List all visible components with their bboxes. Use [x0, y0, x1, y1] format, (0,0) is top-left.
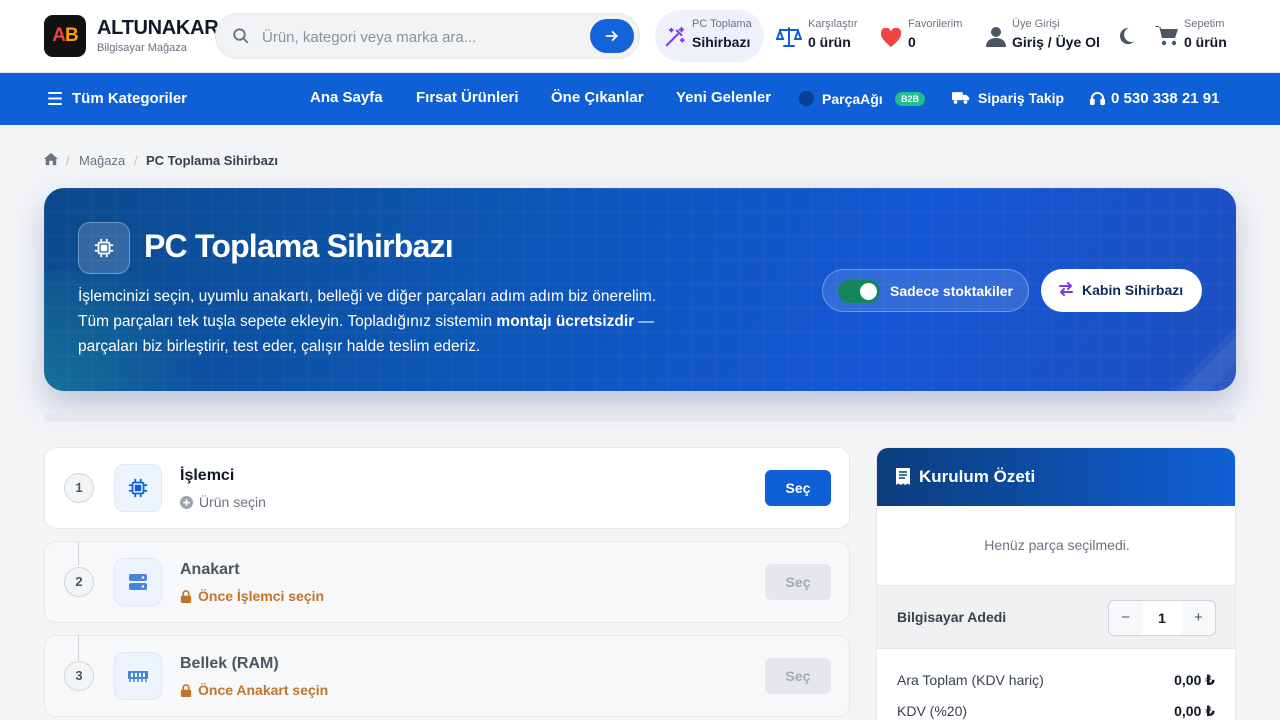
- search-input[interactable]: [262, 24, 582, 50]
- search-bar: [215, 13, 640, 59]
- user-icon: [986, 27, 1006, 47]
- cpu-icon: [78, 222, 130, 274]
- swap-arrows-icon: [1059, 282, 1073, 296]
- brand-name: ALTUNAKAR: [97, 17, 219, 39]
- heart-icon: [880, 28, 902, 48]
- network-icon: [798, 90, 815, 107]
- quantity-decrease-button[interactable]: −: [1109, 601, 1142, 635]
- step-number: 2: [64, 567, 94, 597]
- top-header: AB ALTUNAKAR Bilgisayar Mağaza PC Toplam…: [0, 0, 1280, 73]
- quantity-label: Bilgisayar Adedi: [897, 609, 1007, 625]
- lock-icon: [180, 683, 192, 697]
- pc-wizard-link[interactable]: PC Toplama Sihirbazı: [655, 10, 764, 62]
- login-link[interactable]: Üye Girişi Giriş / Üye Ol: [1012, 18, 1100, 50]
- step-title: Bellek (RAM): [180, 655, 279, 672]
- lock-icon: [180, 589, 192, 603]
- step-title: İşlemci: [180, 467, 235, 484]
- headset-icon: [1090, 92, 1105, 106]
- hero-banner: PC Toplama Sihirbazı İşlemcinizi seçin, …: [44, 188, 1236, 391]
- summary-title: Kurulum Özeti: [919, 467, 1036, 486]
- cabinet-wizard-button[interactable]: Kabin Sihirbazı: [1041, 269, 1202, 312]
- in-stock-label: Sadece stoktakiler: [890, 283, 1013, 299]
- magic-wand-icon: [665, 26, 685, 47]
- subtotal-row: Ara Toplam (KDV hariç) 0,00 ₺: [897, 672, 1215, 688]
- nav-order-tracking[interactable]: Sipariş Takip: [952, 90, 1064, 106]
- step-title: Anakart: [180, 561, 240, 578]
- plus-circle-icon: [180, 495, 193, 509]
- nav-phone[interactable]: 0 530 338 21 91: [1090, 90, 1219, 107]
- nav-new-arrivals[interactable]: Yeni Gelenler: [676, 89, 771, 106]
- step-ram: 3 Bellek (RAM) Önce Anakart seçin Seç: [44, 635, 850, 717]
- menu-icon: [48, 92, 62, 105]
- in-stock-toggle[interactable]: [838, 280, 880, 303]
- nav-home[interactable]: Ana Sayfa: [310, 89, 383, 106]
- quantity-increase-button[interactable]: +: [1182, 601, 1215, 635]
- brand-logo[interactable]: AB: [44, 15, 86, 57]
- b2b-badge: B2B: [895, 92, 925, 106]
- memory-icon: [114, 652, 162, 700]
- breadcrumb-separator: /: [66, 153, 70, 168]
- in-stock-filter[interactable]: Sadece stoktakiler: [822, 269, 1029, 312]
- hero-description: İşlemcinizi seçin, uyumlu anakartı, bell…: [78, 288, 657, 355]
- server-icon: [114, 558, 162, 606]
- nav-featured[interactable]: Öne Çıkanlar: [551, 89, 644, 106]
- breadcrumb-shop[interactable]: Mağaza: [79, 153, 125, 168]
- favorites-link[interactable]: Favorilerim 0: [908, 18, 962, 50]
- quantity-input[interactable]: 1: [1142, 601, 1182, 635]
- breadcrumb-current: PC Toplama Sihirbazı: [146, 153, 278, 168]
- quantity-row: Bilgisayar Adedi − 1 +: [877, 585, 1235, 649]
- search-submit-button[interactable]: [590, 19, 634, 53]
- select-motherboard-button[interactable]: Seç: [765, 564, 831, 600]
- arrow-right-icon: [605, 31, 618, 41]
- search-icon: [233, 28, 249, 44]
- brand-text[interactable]: ALTUNAKAR Bilgisayar Mağaza: [97, 17, 219, 54]
- nav-parcaagi[interactable]: ParçaAğı: [798, 90, 883, 107]
- truck-icon: [952, 92, 970, 104]
- step-number: 3: [64, 661, 94, 691]
- summary-header: Kurulum Özeti: [877, 448, 1235, 506]
- step-number: 1: [64, 473, 94, 503]
- cart-link[interactable]: Sepetim 0 ürün: [1184, 18, 1227, 50]
- compare-link[interactable]: Karşılaştır 0 ürün: [808, 18, 858, 50]
- all-categories-button[interactable]: Tüm Kategoriler: [48, 90, 187, 107]
- receipt-icon: [896, 468, 910, 485]
- step-cpu: 1 İşlemci Ürün seçin Seç: [44, 447, 850, 529]
- step-status: Önce İşlemci seçin: [180, 588, 324, 604]
- breadcrumb-separator: /: [134, 153, 138, 168]
- quantity-stepper: − 1 +: [1108, 600, 1216, 636]
- vat-row: KDV (%20) 0,00 ₺: [897, 703, 1215, 719]
- main-nav: Tüm Kategoriler Ana Sayfa Fırsat Ürünler…: [0, 73, 1280, 125]
- step-status: Önce Anakart seçin: [180, 682, 328, 698]
- build-summary-panel: Kurulum Özeti Henüz parça seçilmedi. Bil…: [876, 447, 1236, 720]
- progress-track: [44, 413, 1236, 421]
- shopping-cart-icon: [1155, 26, 1178, 46]
- home-icon[interactable]: [44, 152, 58, 166]
- summary-empty-text: Henüz parça seçilmedi.: [984, 537, 1130, 553]
- cpu-icon: [114, 464, 162, 512]
- dark-mode-moon-icon[interactable]: [1117, 27, 1135, 45]
- nav-deals[interactable]: Fırsat Ürünleri: [416, 89, 519, 106]
- balance-scale-icon: [776, 27, 802, 47]
- brand-tagline: Bilgisayar Mağaza: [97, 42, 187, 54]
- step-status: Ürün seçin: [180, 494, 266, 510]
- select-cpu-button[interactable]: Seç: [765, 470, 831, 506]
- step-motherboard: 2 Anakart Önce İşlemci seçin Seç: [44, 541, 850, 623]
- select-ram-button[interactable]: Seç: [765, 658, 831, 694]
- page-title: PC Toplama Sihirbazı: [144, 228, 454, 264]
